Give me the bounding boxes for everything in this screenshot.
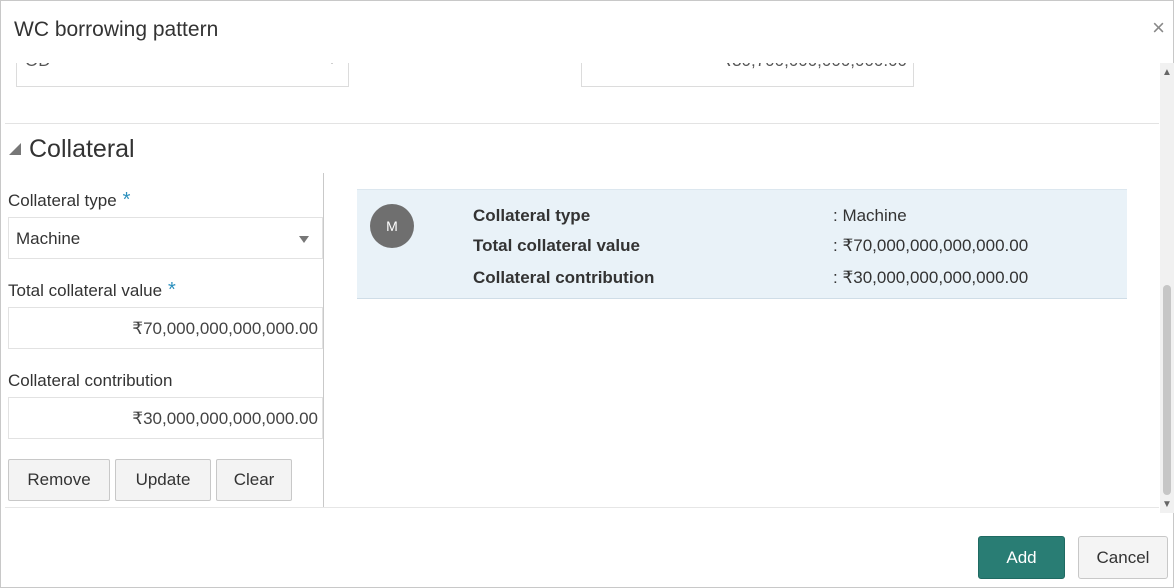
required-asterisk: * — [122, 189, 131, 211]
card-label: Total collateral value — [473, 236, 640, 255]
collapse-triangle-icon[interactable] — [9, 143, 21, 155]
facility-type-select[interactable]: OD — [16, 63, 349, 87]
scroll-up-icon[interactable]: ▲ — [1160, 67, 1174, 81]
dialog-header: WC borrowing pattern × — [1, 1, 1173, 63]
close-icon[interactable]: × — [1152, 17, 1165, 39]
vertical-scrollbar[interactable]: ▲ ▼ — [1160, 63, 1174, 513]
divider — [5, 123, 1159, 124]
clear-button[interactable]: Clear — [216, 459, 292, 501]
total-collateral-value-label: Total collateral value * — [8, 279, 176, 302]
collateral-contribution-field[interactable]: ₹30,000,000,000,000.00 — [8, 397, 323, 439]
collateral-type-select[interactable]: Machine — [8, 217, 323, 259]
amount-field[interactable]: ₹30,700,000,000,000.00 — [581, 63, 914, 87]
required-asterisk: * — [168, 279, 176, 301]
facility-type-value: OD — [25, 63, 51, 71]
collateral-card[interactable]: M Collateral type : Machine Total collat… — [357, 189, 1127, 299]
scroll-thumb[interactable] — [1163, 285, 1171, 495]
chevron-down-icon — [299, 236, 309, 243]
collateral-type-value: Machine — [16, 229, 81, 248]
collateral-type-label: Collateral type * — [8, 189, 130, 212]
collateral-type-label-text: Collateral type — [8, 191, 117, 210]
amount-value: ₹30,700,000,000,000.00 — [721, 63, 907, 71]
collateral-contribution-label: Collateral contribution — [8, 371, 173, 390]
total-collateral-value-field[interactable]: ₹70,000,000,000,000.00 — [8, 307, 323, 349]
wc-borrowing-dialog: WC borrowing pattern × OD ₹30,700,000,00… — [0, 0, 1174, 588]
card-value: : ₹70,000,000,000,000.00 — [833, 236, 1029, 255]
total-collateral-value: ₹70,000,000,000,000.00 — [132, 319, 318, 338]
cancel-button[interactable]: Cancel — [1078, 536, 1168, 579]
card-label: Collateral contribution — [473, 268, 655, 287]
scroll-down-icon[interactable]: ▼ — [1160, 499, 1174, 513]
collateral-section-header[interactable]: Collateral — [9, 135, 135, 164]
avatar: M — [370, 204, 414, 248]
collateral-contribution-value: ₹30,000,000,000,000.00 — [132, 409, 318, 428]
card-label: Collateral type — [473, 206, 591, 225]
card-value: : Machine — [833, 206, 907, 225]
dialog-body: OD ₹30,700,000,000,000.00 Collateral Col… — [5, 63, 1159, 508]
remove-button[interactable]: Remove — [8, 459, 110, 501]
update-button[interactable]: Update — [115, 459, 211, 501]
total-collateral-value-label-text: Total collateral value — [8, 281, 163, 300]
chevron-down-icon — [327, 63, 337, 64]
dialog-title: WC borrowing pattern — [14, 18, 219, 41]
add-button[interactable]: Add — [978, 536, 1065, 579]
collateral-form: Collateral type * Machine Total collatera… — [5, 173, 324, 507]
card-value: : ₹30,000,000,000,000.00 — [833, 268, 1029, 287]
collateral-section-title: Collateral — [29, 135, 135, 163]
